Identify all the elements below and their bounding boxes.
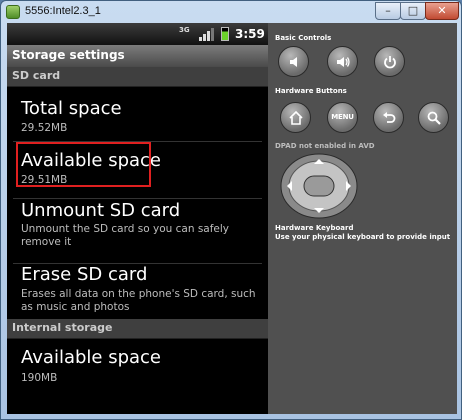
volume-up-button[interactable] — [327, 46, 358, 77]
page-title: Storage settings — [12, 48, 125, 62]
volume-down-icon — [290, 57, 297, 67]
pref-summary: Erases all data on the phone's SD card, … — [21, 288, 256, 313]
category-label: SD card — [12, 69, 61, 82]
emulator-window: 5556:Intel2.3_1 – □ ✕ 3G 3:59 Storage se… — [0, 0, 462, 420]
status-time: 3:59 — [235, 27, 265, 41]
search-button[interactable] — [418, 102, 449, 133]
minimize-button[interactable]: – — [375, 2, 401, 20]
status-bar: 3G 3:59 — [7, 23, 268, 45]
pref-unmount-sd[interactable]: Unmount SD card Unmount the SD card so y… — [7, 199, 268, 263]
window-title: 5556:Intel2.3_1 — [25, 5, 101, 17]
power-button[interactable] — [374, 46, 405, 77]
maximize-button[interactable]: □ — [400, 2, 426, 20]
window-titlebar[interactable]: 5556:Intel2.3_1 – □ ✕ — [1, 1, 461, 23]
pref-summary: Unmount the SD card so you can safely re… — [21, 223, 230, 248]
close-button[interactable]: ✕ — [425, 2, 459, 20]
dpad-center-button — [303, 175, 335, 197]
emulator-controls-panel: Basic Controls Hardware Buttons MENU DPA… — [268, 23, 457, 414]
menu-button-label: MENU — [331, 113, 354, 121]
menu-button[interactable]: MENU — [327, 102, 358, 133]
category-sd-card: SD card — [7, 67, 268, 87]
back-button[interactable] — [373, 102, 404, 133]
network-type-label: 3G — [179, 26, 190, 34]
pref-total-space[interactable]: Total space 29.52MB — [7, 87, 268, 141]
dpad-label: DPAD not enabled in AVD — [275, 142, 375, 150]
hardware-keyboard-hint: Use your physical keyboard to provide in… — [275, 233, 451, 241]
network-indicator: 3G — [179, 27, 190, 34]
screen-header: Storage settings — [7, 45, 268, 67]
emulator-app-icon — [6, 5, 20, 19]
emulator-client-area: 3G 3:59 Storage settings SD card Total s… — [7, 23, 457, 414]
pref-title: Unmount SD card — [21, 200, 181, 221]
volume-down-button[interactable] — [278, 46, 309, 77]
back-icon — [383, 112, 396, 123]
pref-summary: 29.52MB — [21, 122, 68, 134]
volume-up-icon — [337, 57, 350, 67]
search-icon — [427, 111, 441, 125]
signal-icon — [199, 28, 214, 41]
pref-title: Available space — [21, 347, 162, 368]
pref-summary: 190MB — [21, 372, 58, 384]
home-icon — [289, 110, 303, 125]
battery-icon — [221, 27, 229, 41]
home-button[interactable] — [280, 102, 311, 133]
hardware-buttons-label: Hardware Buttons — [275, 87, 347, 95]
pref-title: Total space — [21, 98, 122, 119]
highlight-box — [16, 142, 151, 187]
basic-controls-label: Basic Controls — [275, 34, 332, 42]
hardware-keyboard-label: Hardware Keyboard — [275, 224, 354, 232]
power-icon — [384, 56, 396, 69]
phone-screen[interactable]: 3G 3:59 Storage settings SD card Total s… — [7, 23, 268, 414]
pref-title: Erase SD card — [21, 264, 148, 285]
category-label: Internal storage — [12, 321, 113, 334]
pref-internal-available[interactable]: Available space 190MB — [7, 339, 268, 399]
dpad-control[interactable] — [280, 153, 358, 219]
category-internal-storage: Internal storage — [7, 319, 268, 339]
